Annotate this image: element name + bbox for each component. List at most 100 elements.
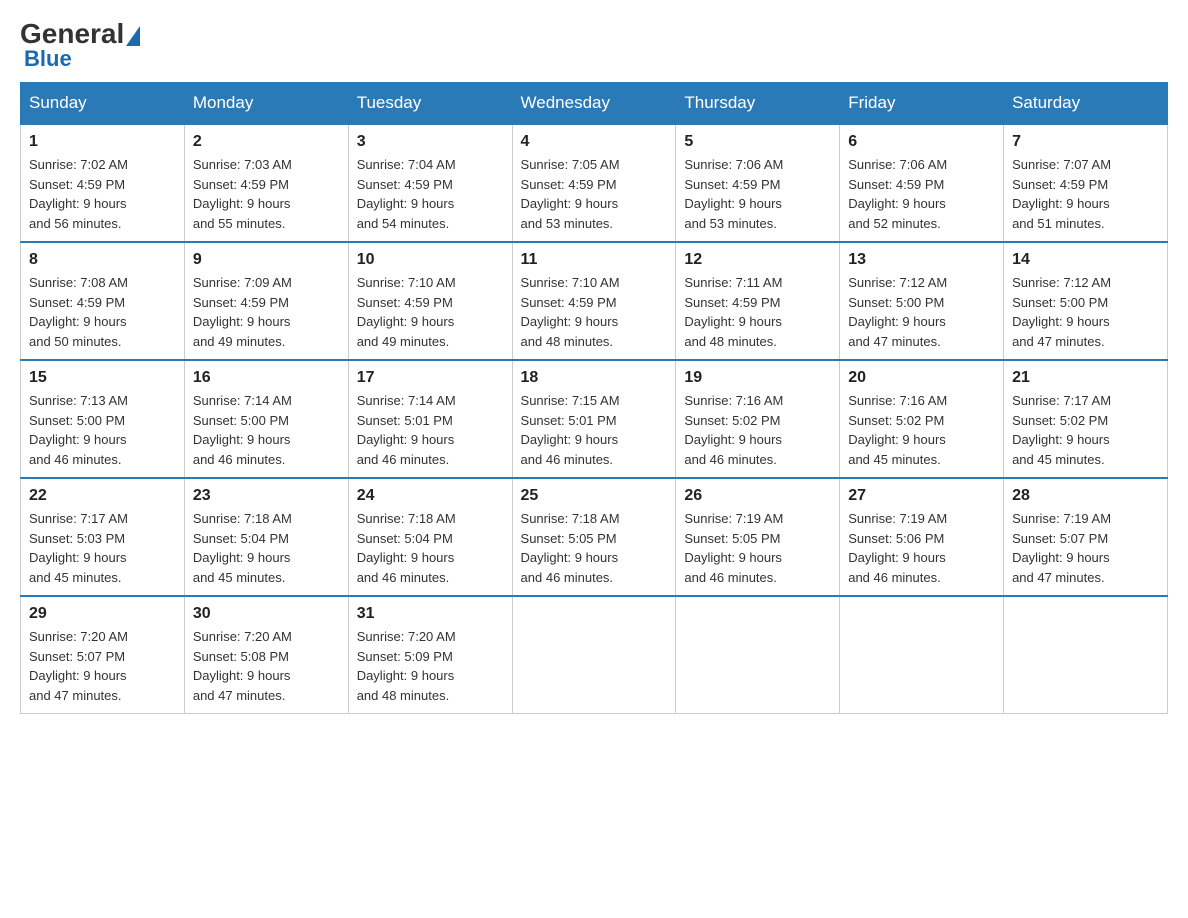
day-info: Sunrise: 7:16 AMSunset: 5:02 PMDaylight:… — [848, 393, 947, 467]
day-number: 6 — [848, 133, 995, 151]
calendar-cell: 15 Sunrise: 7:13 AMSunset: 5:00 PMDaylig… — [21, 360, 185, 478]
day-info: Sunrise: 7:19 AMSunset: 5:07 PMDaylight:… — [1012, 511, 1111, 585]
calendar-cell: 8 Sunrise: 7:08 AMSunset: 4:59 PMDayligh… — [21, 242, 185, 360]
day-info: Sunrise: 7:17 AMSunset: 5:03 PMDaylight:… — [29, 511, 128, 585]
calendar-cell: 30 Sunrise: 7:20 AMSunset: 5:08 PMDaylig… — [184, 596, 348, 714]
weekday-header-monday: Monday — [184, 83, 348, 125]
day-info: Sunrise: 7:19 AMSunset: 5:05 PMDaylight:… — [684, 511, 783, 585]
day-number: 19 — [684, 369, 831, 387]
calendar-cell: 16 Sunrise: 7:14 AMSunset: 5:00 PMDaylig… — [184, 360, 348, 478]
calendar-cell: 7 Sunrise: 7:07 AMSunset: 4:59 PMDayligh… — [1004, 124, 1168, 242]
day-info: Sunrise: 7:11 AMSunset: 4:59 PMDaylight:… — [684, 275, 782, 349]
calendar-cell: 4 Sunrise: 7:05 AMSunset: 4:59 PMDayligh… — [512, 124, 676, 242]
calendar-cell: 14 Sunrise: 7:12 AMSunset: 5:00 PMDaylig… — [1004, 242, 1168, 360]
calendar-cell — [676, 596, 840, 714]
day-number: 25 — [521, 487, 668, 505]
day-info: Sunrise: 7:18 AMSunset: 5:04 PMDaylight:… — [357, 511, 456, 585]
day-number: 31 — [357, 605, 504, 623]
calendar-cell: 6 Sunrise: 7:06 AMSunset: 4:59 PMDayligh… — [840, 124, 1004, 242]
calendar-cell: 21 Sunrise: 7:17 AMSunset: 5:02 PMDaylig… — [1004, 360, 1168, 478]
day-number: 27 — [848, 487, 995, 505]
calendar-cell: 22 Sunrise: 7:17 AMSunset: 5:03 PMDaylig… — [21, 478, 185, 596]
calendar-cell: 10 Sunrise: 7:10 AMSunset: 4:59 PMDaylig… — [348, 242, 512, 360]
week-row-5: 29 Sunrise: 7:20 AMSunset: 5:07 PMDaylig… — [21, 596, 1168, 714]
day-number: 8 — [29, 251, 176, 269]
day-number: 11 — [521, 251, 668, 269]
day-info: Sunrise: 7:12 AMSunset: 5:00 PMDaylight:… — [1012, 275, 1111, 349]
calendar-body: 1 Sunrise: 7:02 AMSunset: 4:59 PMDayligh… — [21, 124, 1168, 714]
day-info: Sunrise: 7:14 AMSunset: 5:00 PMDaylight:… — [193, 393, 292, 467]
calendar-cell — [1004, 596, 1168, 714]
day-info: Sunrise: 7:19 AMSunset: 5:06 PMDaylight:… — [848, 511, 947, 585]
calendar-cell: 29 Sunrise: 7:20 AMSunset: 5:07 PMDaylig… — [21, 596, 185, 714]
logo-general-text: General — [20, 20, 124, 48]
calendar-cell: 5 Sunrise: 7:06 AMSunset: 4:59 PMDayligh… — [676, 124, 840, 242]
day-number: 1 — [29, 133, 176, 151]
calendar-cell: 28 Sunrise: 7:19 AMSunset: 5:07 PMDaylig… — [1004, 478, 1168, 596]
day-number: 2 — [193, 133, 340, 151]
day-number: 18 — [521, 369, 668, 387]
day-info: Sunrise: 7:06 AMSunset: 4:59 PMDaylight:… — [684, 157, 783, 231]
day-info: Sunrise: 7:18 AMSunset: 5:04 PMDaylight:… — [193, 511, 292, 585]
day-number: 10 — [357, 251, 504, 269]
weekday-header-row: SundayMondayTuesdayWednesdayThursdayFrid… — [21, 83, 1168, 125]
day-info: Sunrise: 7:20 AMSunset: 5:09 PMDaylight:… — [357, 629, 456, 703]
calendar-cell: 26 Sunrise: 7:19 AMSunset: 5:05 PMDaylig… — [676, 478, 840, 596]
day-info: Sunrise: 7:12 AMSunset: 5:00 PMDaylight:… — [848, 275, 947, 349]
day-info: Sunrise: 7:04 AMSunset: 4:59 PMDaylight:… — [357, 157, 456, 231]
day-number: 13 — [848, 251, 995, 269]
week-row-2: 8 Sunrise: 7:08 AMSunset: 4:59 PMDayligh… — [21, 242, 1168, 360]
day-info: Sunrise: 7:03 AMSunset: 4:59 PMDaylight:… — [193, 157, 292, 231]
calendar-cell: 11 Sunrise: 7:10 AMSunset: 4:59 PMDaylig… — [512, 242, 676, 360]
calendar-cell: 17 Sunrise: 7:14 AMSunset: 5:01 PMDaylig… — [348, 360, 512, 478]
calendar-cell: 20 Sunrise: 7:16 AMSunset: 5:02 PMDaylig… — [840, 360, 1004, 478]
calendar-cell: 23 Sunrise: 7:18 AMSunset: 5:04 PMDaylig… — [184, 478, 348, 596]
day-number: 7 — [1012, 133, 1159, 151]
day-info: Sunrise: 7:10 AMSunset: 4:59 PMDaylight:… — [357, 275, 456, 349]
calendar-cell: 1 Sunrise: 7:02 AMSunset: 4:59 PMDayligh… — [21, 124, 185, 242]
day-number: 3 — [357, 133, 504, 151]
logo-triangle-icon — [126, 26, 140, 46]
weekday-header-friday: Friday — [840, 83, 1004, 125]
calendar-cell: 25 Sunrise: 7:18 AMSunset: 5:05 PMDaylig… — [512, 478, 676, 596]
day-info: Sunrise: 7:05 AMSunset: 4:59 PMDaylight:… — [521, 157, 620, 231]
calendar-cell: 3 Sunrise: 7:04 AMSunset: 4:59 PMDayligh… — [348, 124, 512, 242]
day-number: 12 — [684, 251, 831, 269]
day-info: Sunrise: 7:06 AMSunset: 4:59 PMDaylight:… — [848, 157, 947, 231]
day-info: Sunrise: 7:09 AMSunset: 4:59 PMDaylight:… — [193, 275, 292, 349]
week-row-3: 15 Sunrise: 7:13 AMSunset: 5:00 PMDaylig… — [21, 360, 1168, 478]
day-info: Sunrise: 7:15 AMSunset: 5:01 PMDaylight:… — [521, 393, 620, 467]
day-number: 22 — [29, 487, 176, 505]
calendar-cell: 13 Sunrise: 7:12 AMSunset: 5:00 PMDaylig… — [840, 242, 1004, 360]
calendar-cell: 19 Sunrise: 7:16 AMSunset: 5:02 PMDaylig… — [676, 360, 840, 478]
day-info: Sunrise: 7:17 AMSunset: 5:02 PMDaylight:… — [1012, 393, 1111, 467]
logo: General Blue — [20, 20, 140, 72]
day-info: Sunrise: 7:20 AMSunset: 5:07 PMDaylight:… — [29, 629, 128, 703]
calendar-cell: 27 Sunrise: 7:19 AMSunset: 5:06 PMDaylig… — [840, 478, 1004, 596]
day-number: 28 — [1012, 487, 1159, 505]
weekday-header-wednesday: Wednesday — [512, 83, 676, 125]
day-number: 30 — [193, 605, 340, 623]
day-info: Sunrise: 7:10 AMSunset: 4:59 PMDaylight:… — [521, 275, 620, 349]
weekday-header-saturday: Saturday — [1004, 83, 1168, 125]
day-number: 20 — [848, 369, 995, 387]
day-info: Sunrise: 7:08 AMSunset: 4:59 PMDaylight:… — [29, 275, 128, 349]
calendar-table: SundayMondayTuesdayWednesdayThursdayFrid… — [20, 82, 1168, 714]
day-info: Sunrise: 7:02 AMSunset: 4:59 PMDaylight:… — [29, 157, 128, 231]
calendar-cell — [840, 596, 1004, 714]
calendar-cell: 31 Sunrise: 7:20 AMSunset: 5:09 PMDaylig… — [348, 596, 512, 714]
day-number: 23 — [193, 487, 340, 505]
weekday-header-tuesday: Tuesday — [348, 83, 512, 125]
day-number: 17 — [357, 369, 504, 387]
week-row-4: 22 Sunrise: 7:17 AMSunset: 5:03 PMDaylig… — [21, 478, 1168, 596]
calendar-cell: 18 Sunrise: 7:15 AMSunset: 5:01 PMDaylig… — [512, 360, 676, 478]
day-number: 5 — [684, 133, 831, 151]
day-number: 14 — [1012, 251, 1159, 269]
day-number: 4 — [521, 133, 668, 151]
day-number: 21 — [1012, 369, 1159, 387]
day-info: Sunrise: 7:07 AMSunset: 4:59 PMDaylight:… — [1012, 157, 1111, 231]
weekday-header-sunday: Sunday — [21, 83, 185, 125]
calendar-cell — [512, 596, 676, 714]
day-info: Sunrise: 7:20 AMSunset: 5:08 PMDaylight:… — [193, 629, 292, 703]
week-row-1: 1 Sunrise: 7:02 AMSunset: 4:59 PMDayligh… — [21, 124, 1168, 242]
